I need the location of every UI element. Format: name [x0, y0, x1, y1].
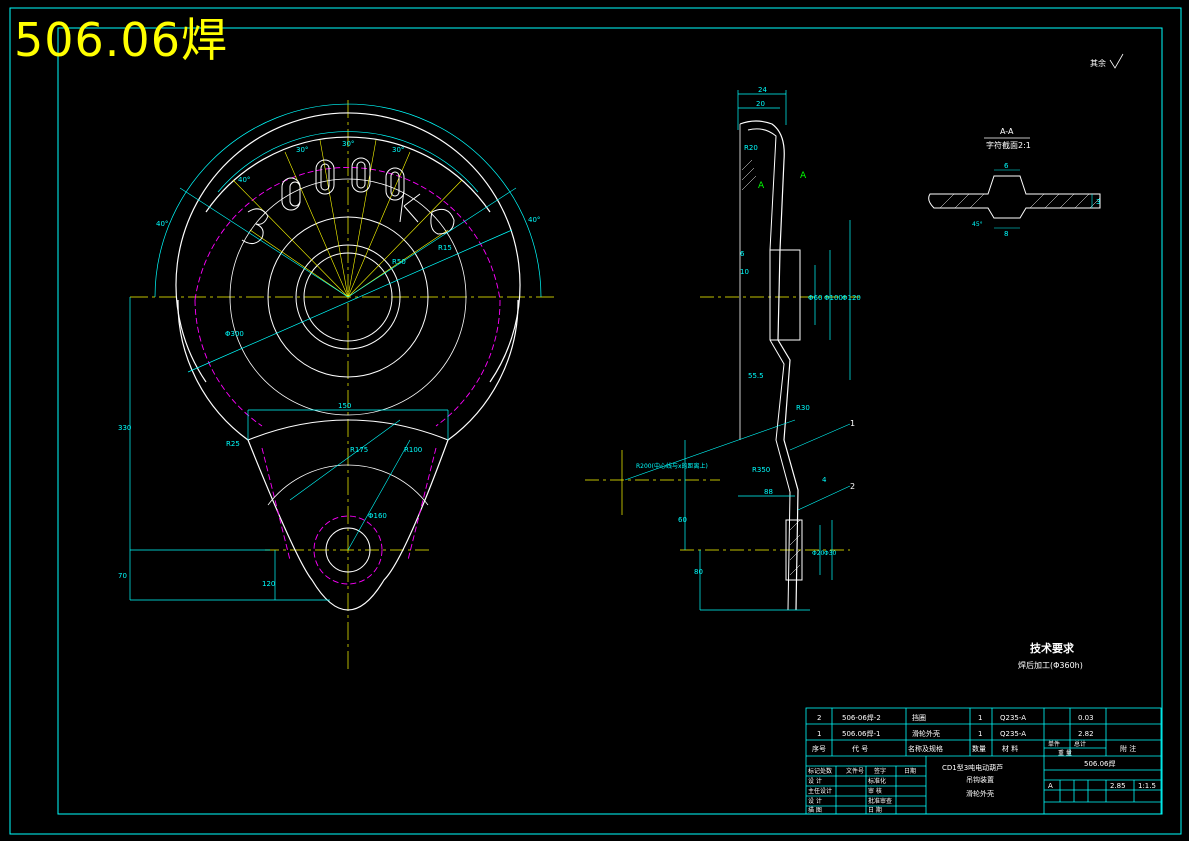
sig-label-4: 日期: [904, 767, 916, 775]
bom-header-note: 附 注: [1120, 744, 1136, 753]
drawing-title: 506.06焊: [14, 13, 228, 67]
front-view: 40° 30° 30° 30° 40° 40° Φ300 R15 R50 150…: [118, 100, 555, 672]
bom-row1-code: 506.06焊-1: [842, 729, 880, 738]
dim-r100: R100: [404, 446, 422, 454]
bom-header-weight: 重 量: [1058, 749, 1072, 757]
roughness-note: 其余: [1090, 58, 1106, 68]
bom-row1-name: 滑轮外壳: [912, 729, 940, 738]
tech-req-title: 技术要求: [1030, 641, 1075, 655]
dim-r50: R50: [392, 258, 406, 266]
project-line2: 吊钩装置: [966, 775, 994, 784]
sig-label-3: 签字: [874, 767, 886, 775]
part-name: 滑轮外壳: [966, 789, 994, 798]
bom-header-name: 名称及规格: [908, 744, 943, 753]
role-4-left: 描 图: [808, 806, 822, 814]
section-marker-right: A: [800, 171, 807, 181]
sig-label-1: 标记处数: [808, 767, 832, 775]
dim-r175: R175: [350, 446, 368, 454]
role-2-mid: 审 核: [868, 787, 882, 795]
dim-height-70: 70: [118, 572, 127, 580]
section-view: A-A 字符截面2:1 6 8 3 45°: [928, 127, 1101, 238]
side-dim-88: 88: [764, 488, 773, 496]
bom-row1-seq: 1: [817, 730, 821, 738]
leader-1: 1: [850, 419, 855, 428]
bom-header-single: 单件: [1048, 740, 1060, 748]
bom-header-seq: 序号: [812, 744, 826, 753]
dim-height-120: 120: [262, 580, 275, 588]
bom-row1-material: Q235-A: [1000, 730, 1026, 738]
tech-req-note: 焊后加工(Φ360h): [1018, 660, 1083, 670]
side-dim-dia20: Φ20: [812, 550, 825, 557]
side-view: A A 24 20 R20 6 10 Φ60 Φ100 Φ120 55.5 R3…: [585, 86, 861, 611]
side-dim-24: 24: [758, 86, 767, 94]
tb-scale: 1:1.5: [1138, 782, 1156, 790]
dim-r25: R25: [226, 440, 240, 448]
section-dim-6: 6: [1004, 162, 1009, 170]
bom-table: 2 506-06焊-2 挡圈 1 Q235-A 0.03 1 506.06焊-1…: [812, 713, 1136, 757]
dim-dia-160: Φ160: [368, 512, 387, 520]
side-dim-r200: R200(中心线与x的距离上): [636, 462, 708, 470]
dim-angle-40b: 40°: [156, 220, 168, 228]
side-dim-dia60: Φ60: [808, 294, 822, 302]
project-line1: CD1型3吨电动葫芦: [942, 763, 1003, 772]
section-marker-left: A: [758, 181, 765, 191]
bom-header-qty: 数量: [972, 744, 986, 753]
dim-width-150: 150: [338, 402, 351, 410]
drawing-no: 506.06焊: [1084, 759, 1116, 768]
side-dim-r350: R350: [752, 466, 770, 474]
tb-weight: 2.85: [1110, 782, 1126, 790]
stage-mark: A: [1048, 782, 1053, 790]
section-subtitle: 字符截面2:1: [986, 140, 1031, 150]
dim-height-330: 330: [118, 424, 131, 432]
roughness-icon: [1109, 53, 1124, 69]
side-dim-r30: R30: [796, 404, 810, 412]
bom-header-total: 总计: [1074, 740, 1086, 748]
dim-angle-30a: 30°: [296, 146, 308, 154]
side-dim-dia30: Φ30: [824, 550, 837, 557]
side-dim-4: 4: [822, 476, 827, 484]
side-dim-60: 60: [678, 516, 687, 524]
role-3-mid: 批准审查: [868, 797, 892, 805]
sig-label-2: 文件号: [846, 767, 864, 775]
bom-row2-name: 挡圈: [912, 713, 926, 722]
side-dim-20: 20: [756, 100, 765, 108]
bom-row1-weight: 2.82: [1078, 730, 1094, 738]
dim-angle-40a: 40°: [238, 176, 250, 184]
bom-row2-qty: 1: [978, 714, 982, 722]
section-title: A-A: [1000, 127, 1014, 136]
section-dim-8: 8: [1004, 230, 1008, 238]
role-1-left: 设 计: [808, 777, 822, 785]
bom-header-material: 材 料: [1002, 744, 1018, 753]
dim-dia-300: Φ300: [225, 330, 244, 338]
leader-2: 2: [850, 482, 855, 491]
bom-header-code: 代 号: [852, 744, 868, 753]
section-dim-3: 3: [1096, 198, 1100, 206]
side-dim-6: 6: [740, 250, 745, 258]
side-dim-80: 80: [694, 568, 703, 576]
bom-row1-qty: 1: [978, 730, 982, 738]
dim-angle-40c: 40°: [528, 216, 540, 224]
side-dim-dia120: Φ120: [842, 294, 861, 302]
cad-drawing: 其余 40° 30° 30° 30° 40° 40° Φ300 R15 R50 …: [9, 7, 1182, 835]
dim-angle-30c: 30°: [392, 146, 404, 154]
side-dim-55: 55.5: [748, 372, 764, 380]
side-dim-10: 10: [740, 268, 749, 276]
bom-row2-material: Q235-A: [1000, 714, 1026, 722]
bom-row2-code: 506-06焊-2: [842, 713, 881, 722]
bom-row2-weight: 0.03: [1078, 714, 1094, 722]
dim-r15: R15: [438, 244, 452, 252]
side-dim-r20: R20: [744, 144, 758, 152]
section-dim-45: 45°: [972, 221, 983, 228]
side-dim-dia100: Φ100: [824, 294, 843, 302]
role-1-mid: 标准化: [868, 777, 886, 785]
role-2-left: 主任设计: [808, 787, 832, 795]
role-4-mid: 日 期: [868, 806, 882, 814]
bom-row2-seq: 2: [817, 714, 821, 722]
dim-angle-30b: 30°: [342, 140, 354, 148]
role-3-left: 设 计: [808, 797, 822, 805]
